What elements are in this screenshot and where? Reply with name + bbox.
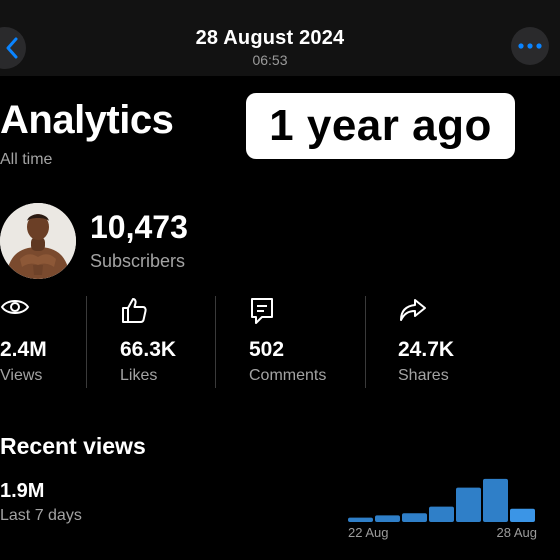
subscriber-label: Subscribers — [90, 251, 186, 271]
chart-bar — [456, 487, 481, 522]
divider — [215, 296, 216, 388]
subscriber-count: 10,473 — [90, 209, 188, 245]
eye-icon — [0, 300, 30, 314]
stat-label: Views — [0, 367, 43, 384]
comment-icon — [251, 298, 273, 324]
recent-views-chart[interactable]: 22 Aug 28 Aug — [340, 470, 540, 550]
avatar — [0, 203, 76, 279]
chart-bar — [429, 506, 454, 522]
page-title: Analytics — [0, 98, 174, 142]
chart-bar — [402, 513, 427, 522]
stat-value: 502 — [249, 338, 285, 361]
stat-label: Comments — [249, 367, 327, 384]
header-time: 06:53 — [252, 52, 288, 68]
recent-views-value: 1.9M — [0, 480, 45, 502]
stat-label: Likes — [120, 367, 158, 384]
range-label: All time — [0, 151, 53, 168]
recent-views-title: Recent views — [0, 433, 146, 459]
stat-value: 66.3K — [120, 338, 177, 361]
share-arrow-icon — [400, 299, 426, 321]
more-button[interactable] — [511, 27, 549, 65]
x-tick-label: 28 Aug — [497, 525, 538, 540]
top-bar: 28 August 2024 06:53 — [0, 0, 560, 76]
divider — [365, 296, 366, 388]
chart-bar — [510, 508, 535, 522]
chart-bar — [483, 478, 508, 522]
x-tick-label: 22 Aug — [348, 525, 389, 540]
more-dots-icon — [518, 43, 542, 49]
chart-bar — [348, 517, 373, 522]
avatar-image — [0, 203, 76, 279]
stat-value: 24.7K — [398, 338, 455, 361]
status-bar — [0, 0, 560, 4]
stat-value: 2.4M — [0, 338, 47, 361]
recent-views-period: Last 7 days — [0, 507, 82, 524]
time-ago-overlay: 1 year ago — [246, 93, 515, 159]
header-date: 28 August 2024 — [195, 27, 345, 49]
stat-label: Shares — [398, 367, 449, 384]
divider — [86, 296, 87, 388]
chart-bar — [375, 515, 400, 522]
thumbs-up-icon — [122, 298, 147, 323]
